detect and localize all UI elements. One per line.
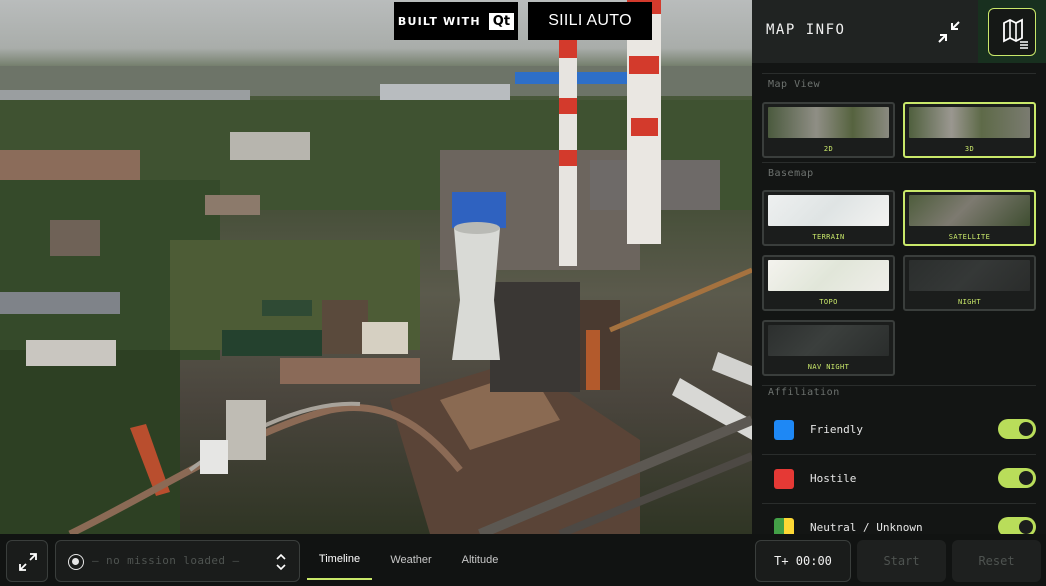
built-with-label: BUILT WITH [397,14,481,28]
expand-button[interactable] [6,540,48,582]
neutral-toggle[interactable] [998,517,1036,534]
affiliation-neutral-row[interactable]: Neutral / Unknown [762,504,1036,534]
friendly-toggle[interactable] [998,419,1036,439]
divider [762,162,1036,163]
mission-placeholder: — no mission loaded — [92,554,240,567]
map-view-2d-tile[interactable]: 2D [762,102,895,158]
basemap-terrain-tile[interactable]: TERRAIN [762,190,895,246]
tile-label: TOPO [819,298,838,306]
collapse-icon[interactable] [935,18,963,46]
tile-thumbnail [768,260,889,291]
divider [762,385,1036,386]
satellite-terrain [0,0,752,534]
bottom-bar: — no mission loaded — Timeline Weather A… [0,534,1046,586]
qt-logo: Qt [488,12,515,30]
tile-label: TERRAIN [812,233,845,241]
tile-label: 2D [823,145,834,153]
chevron-updown-icon [276,553,286,571]
mission-selector[interactable]: — no mission loaded — [55,540,300,582]
map-view-label: Map View [768,79,821,90]
expand-icon [19,553,37,571]
affiliation-label: Hostile [810,472,857,485]
siili-auto-logo: SIILI AUTO [528,2,652,40]
affiliation-friendly-row[interactable]: Friendly [762,406,1036,455]
divider [762,73,1036,74]
tile-label: NIGHT [957,298,982,306]
friendly-swatch [774,420,794,440]
tile-thumbnail [768,325,889,356]
map-view-3d-tile[interactable]: 3D [903,102,1036,158]
tile-thumbnail [768,107,889,138]
radio-icon [68,554,84,570]
mission-clock: T+ 00:00 [755,540,851,582]
map-info-panel: MAP INFO Map View 2D 3D Basemap TERRAIN … [752,0,1046,534]
tile-label: 3D [964,145,975,153]
built-with-qt-badge: BUILT WITH Qt [394,2,518,40]
affiliation-label: Neutral / Unknown [810,521,923,534]
affiliation-hostile-row[interactable]: Hostile [762,455,1036,504]
basemap-topo-tile[interactable]: TOPO [762,255,895,311]
tile-thumbnail [909,195,1030,226]
reset-button[interactable]: Reset [952,540,1041,582]
tile-thumbnail [768,195,889,226]
tab-weather[interactable]: Weather [382,540,440,580]
tile-label: NAV NIGHT [807,363,850,371]
affiliation-label: Affiliation [768,387,840,398]
tab-altitude[interactable]: Altitude [452,540,508,580]
panel-header: MAP INFO [752,0,1046,63]
map-toggle-area [978,0,1046,63]
map-layers-button[interactable] [988,8,1036,56]
basemap-satellite-tile[interactable]: SATELLITE [903,190,1036,246]
tile-thumbnail [909,260,1030,291]
basemap-night-tile[interactable]: NIGHT [903,255,1036,311]
hostile-swatch [774,469,794,489]
tab-timeline[interactable]: Timeline [307,540,372,580]
tile-label: SATELLITE [948,233,991,241]
basemap-nav-night-tile[interactable]: NAV NIGHT [762,320,895,376]
panel-title: MAP INFO [766,22,846,38]
map-3d-view[interactable]: BUILT WITH Qt SIILI AUTO [0,0,752,534]
start-button[interactable]: Start [857,540,946,582]
neutral-swatch [774,518,794,534]
map-layers-icon [1003,18,1028,49]
basemap-label: Basemap [768,168,814,179]
affiliation-label: Friendly [810,423,863,436]
hostile-toggle[interactable] [998,468,1036,488]
tile-thumbnail [909,107,1030,138]
